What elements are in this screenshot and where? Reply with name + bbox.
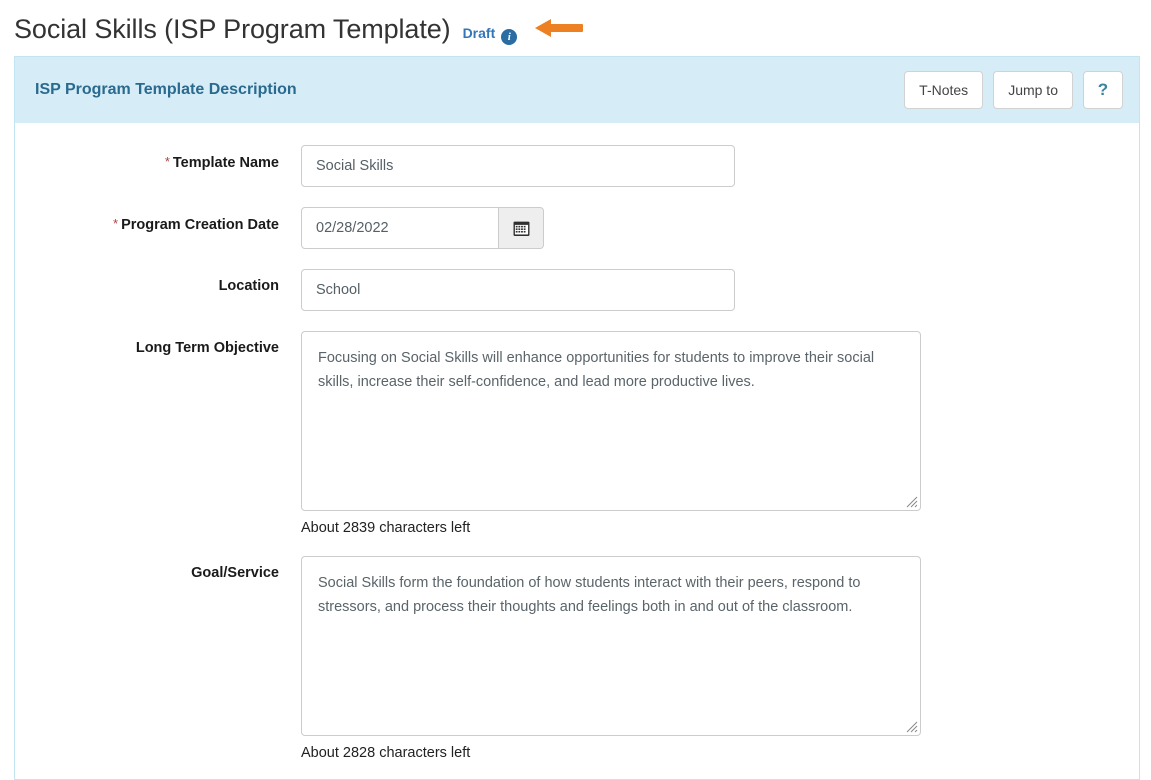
form-row-template-name: * Template Name: [15, 145, 1139, 187]
arrow-shaft: [549, 24, 584, 32]
template-name-label: * Template Name: [15, 145, 301, 180]
form-row-program-creation-date: * Program Creation Date: [15, 207, 1139, 249]
program-creation-date-label: * Program Creation Date: [15, 207, 301, 242]
page-header: Social Skills (ISP Program Template) Dra…: [0, 0, 1151, 56]
long-term-objective-char-counter: About 2839 characters left: [301, 520, 471, 536]
required-asterisk: *: [113, 216, 119, 231]
location-input[interactable]: [301, 269, 735, 311]
status-badge-label: Draft: [462, 25, 496, 41]
form-row-location: Location: [15, 269, 1139, 311]
program-creation-date-label-text: Program Creation Date: [121, 217, 279, 233]
goal-service-char-counter: About 2828 characters left: [301, 745, 471, 761]
left-arrow-annotation-icon: [535, 18, 584, 38]
required-asterisk: *: [164, 154, 170, 169]
date-input-group: [301, 207, 1139, 249]
template-name-control: [301, 145, 1139, 187]
panel-title: ISP Program Template Description: [35, 81, 297, 98]
long-term-objective-textarea-wrap: Focusing on Social Skills will enhance o…: [301, 331, 921, 511]
panel-body: *Template Name *Program Creation Date: [15, 123, 1139, 761]
form-row-goal-service: Goal/Service Social Skills form the foun…: [15, 556, 1139, 761]
goal-service-textarea[interactable]: Social Skills form the foundation of how…: [301, 556, 921, 736]
long-term-objective-control: Focusing on Social Skills will enhance o…: [301, 331, 1139, 536]
help-button[interactable]: ?: [1083, 71, 1123, 109]
calendar-icon: [513, 221, 529, 236]
goal-service-control: Social Skills form the foundation of how…: [301, 556, 1139, 761]
isp-program-template-panel: ISP Program Template Description T-Notes…: [14, 56, 1140, 780]
goal-service-textarea-wrap: Social Skills form the foundation of how…: [301, 556, 921, 736]
long-term-objective-textarea[interactable]: Focusing on Social Skills will enhance o…: [301, 331, 921, 511]
page-title: Social Skills (ISP Program Template): [14, 14, 451, 44]
calendar-picker-button[interactable]: [499, 207, 544, 249]
long-term-objective-label: Long Term Objective: [135, 340, 279, 356]
panel-header: ISP Program Template Description T-Notes…: [15, 56, 1139, 123]
template-name-label-text: Template Name: [172, 155, 279, 171]
template-name-input[interactable]: [301, 145, 735, 187]
status-badge: Draft i: [463, 25, 518, 45]
t-notes-button[interactable]: T-Notes: [904, 71, 984, 109]
program-creation-date-input[interactable]: [301, 207, 499, 249]
program-creation-date-control: [301, 207, 1139, 249]
location-control: [301, 269, 1139, 311]
info-circle-icon[interactable]: i: [501, 29, 518, 45]
panel-action-buttons: T-Notes Jump to ?: [904, 71, 1123, 109]
location-label: Location: [218, 278, 279, 294]
jump-to-button[interactable]: Jump to: [993, 71, 1073, 109]
goal-service-label: Goal/Service: [191, 565, 279, 581]
form-row-long-term-objective: Long Term Objective Focusing on Social S…: [15, 331, 1139, 536]
